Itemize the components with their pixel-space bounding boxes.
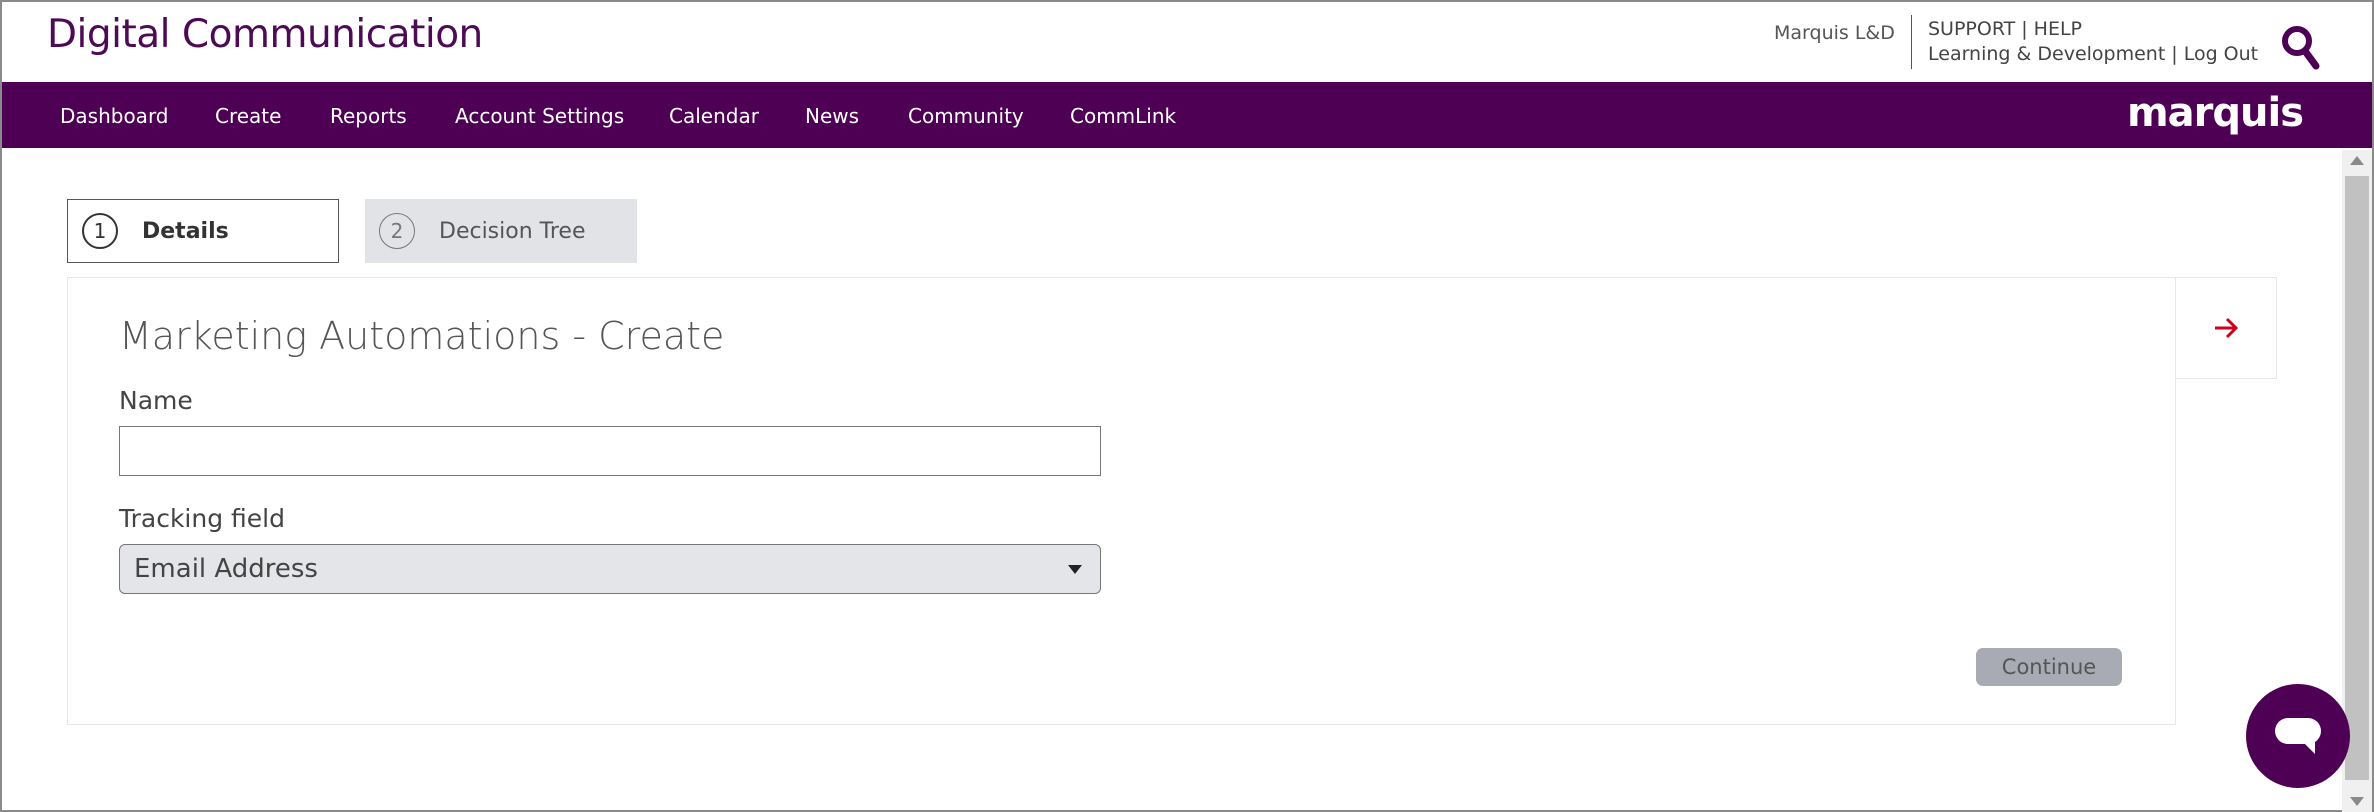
caret-down-icon [1068,565,1082,574]
logout-link[interactable]: Log Out [2184,43,2258,65]
link-separator: | [2021,18,2028,40]
tracking-field-select[interactable]: Email Address [119,544,1101,594]
header: Digital Communication Marquis L&D SUPPOR… [2,2,2372,82]
chat-icon [2275,718,2321,754]
chat-button[interactable] [2246,684,2350,788]
tab-details[interactable]: 1 Details [67,199,339,263]
link-separator: | [2171,43,2178,65]
nav-reports[interactable]: Reports [330,104,407,128]
name-label: Name [119,386,193,415]
nav-create[interactable]: Create [215,104,281,128]
scroll-up-icon[interactable] [2350,156,2364,165]
account-links: Learning & Development | Log Out [1928,43,2258,65]
nav-community[interactable]: Community [908,104,1024,128]
name-input[interactable] [119,426,1101,476]
continue-button[interactable]: Continue [1976,648,2122,686]
step-label: Decision Tree [439,218,586,244]
nav-news[interactable]: News [805,104,859,128]
nav-calendar[interactable]: Calendar [669,104,759,128]
nav-account-settings[interactable]: Account Settings [455,104,624,128]
scroll-down-icon[interactable] [2350,797,2364,806]
header-divider [1911,15,1912,69]
main-nav: Dashboard Create Reports Account Setting… [2,82,2372,148]
step-number: 2 [379,213,415,249]
step-label: Details [142,218,229,244]
step-number: 1 [82,213,118,249]
arrow-right-icon [2215,317,2239,339]
support-link[interactable]: SUPPORT [1928,18,2015,40]
tab-decision-tree[interactable]: 2 Decision Tree [365,199,637,263]
brand-title[interactable]: Digital Communication [47,12,483,57]
support-help-links: SUPPORT | HELP [1928,18,2082,40]
marquis-logo: marquis [2127,90,2304,136]
nav-commlink[interactable]: CommLink [1070,104,1176,128]
tracking-field-value: Email Address [134,554,318,584]
search-icon[interactable] [2280,24,2320,70]
next-step-button[interactable] [2175,277,2277,379]
org-name: Marquis L&D [1774,22,1895,44]
scroll-thumb[interactable] [2345,176,2369,780]
vertical-scrollbar[interactable] [2342,150,2372,812]
tracking-field-label: Tracking field [119,504,285,533]
app-frame: Digital Communication Marquis L&D SUPPOR… [0,0,2374,812]
nav-dashboard[interactable]: Dashboard [60,104,169,128]
page-title: Marketing Automations - Create [119,314,725,358]
org-link[interactable]: Learning & Development [1928,43,2165,65]
help-link[interactable]: HELP [2034,18,2082,40]
